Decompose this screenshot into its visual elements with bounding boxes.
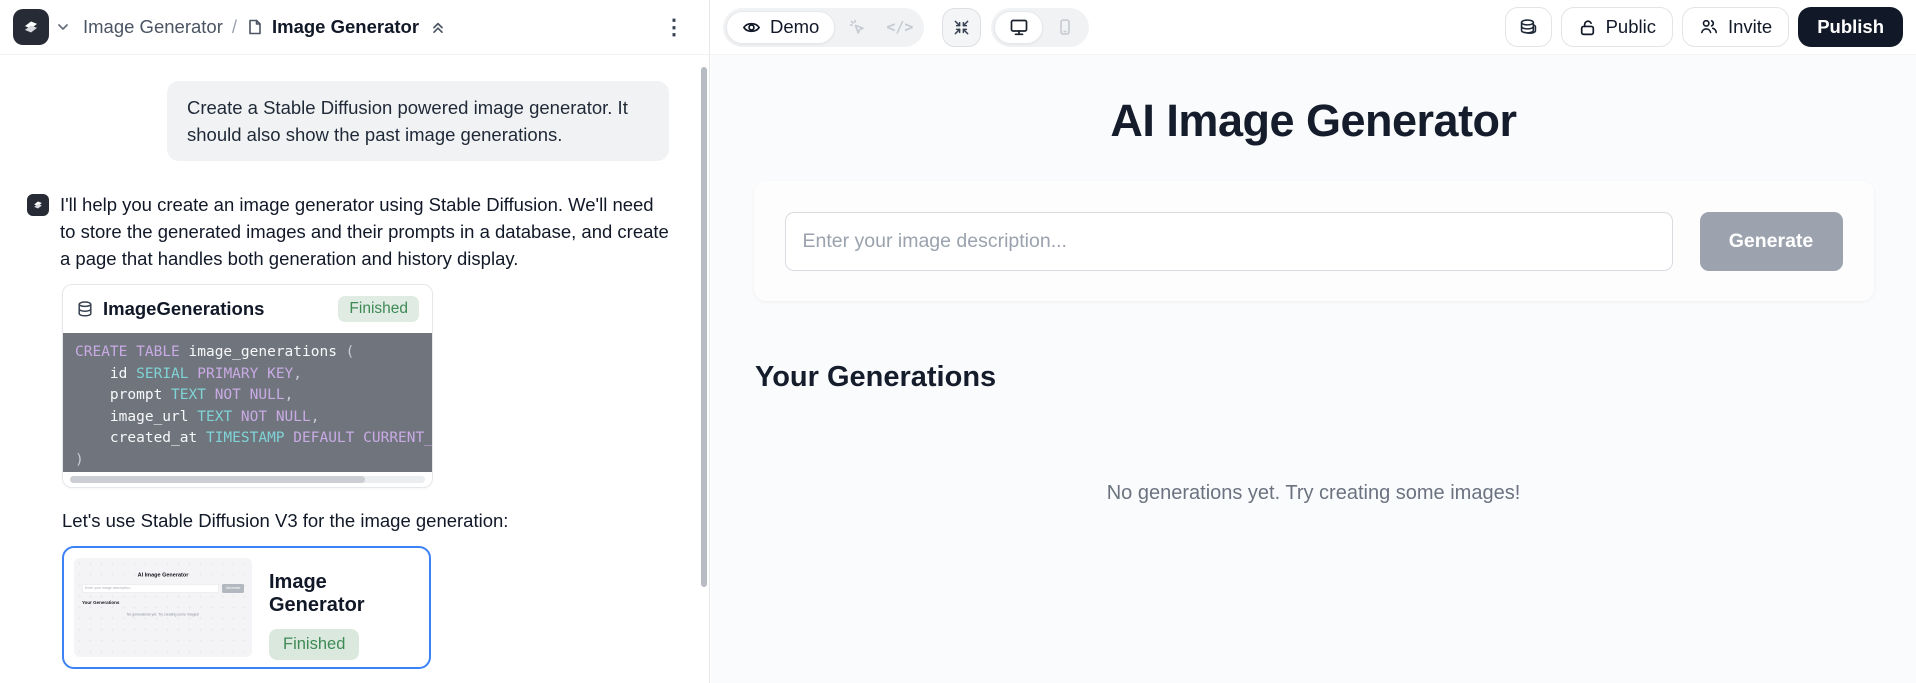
chat-scrollbar-thumb[interactable] (701, 67, 707, 587)
phone-icon (1056, 18, 1074, 36)
breadcrumb-current[interactable]: Image Generator (272, 16, 419, 38)
public-button-label: Public (1606, 16, 1656, 38)
code-scrollbar-track (70, 476, 425, 483)
collapse-preview-button[interactable] (942, 8, 981, 47)
interact-tab[interactable] (835, 17, 878, 37)
empty-state-message: No generations yet. Try creating some im… (711, 482, 1916, 505)
chat-panel: Create a Stable Diffusion powered image … (0, 55, 710, 683)
coins-icon (1518, 17, 1539, 38)
table-card[interactable]: ImageGenerations Finished CREATE TABLE i… (62, 284, 433, 488)
monitor-icon (1009, 17, 1029, 37)
code-scrollbar-thumb[interactable] (70, 476, 365, 483)
desktop-view-tab[interactable] (994, 11, 1043, 44)
page-card[interactable]: AI Image Generator Enter your image desc… (62, 546, 431, 669)
thumb-input: Enter your image description... (82, 584, 219, 593)
collapse-chevrons-up-icon[interactable] (430, 19, 446, 35)
sql-code: CREATE TABLE image_generations ( id SERI… (63, 333, 432, 472)
table-card-title: ImageGenerations (103, 298, 264, 320)
thumb-section-title: Your Generations (82, 600, 252, 605)
assistant-message: I'll help you create an image generator … (60, 191, 669, 272)
users-icon (1699, 17, 1719, 37)
logo-glyph (20, 16, 42, 38)
invite-button[interactable]: Invite (1682, 7, 1789, 47)
page-status-badge: Finished (269, 629, 359, 660)
file-icon (246, 18, 264, 36)
thumb-empty-message: No generations yet. Try creating some im… (74, 613, 252, 617)
thumb-title: AI Image Generator (74, 572, 252, 578)
code-icon: </> (886, 18, 913, 36)
page-thumbnail-content: AI Image Generator Enter your image desc… (74, 572, 252, 657)
generator-card: Generate (754, 181, 1874, 301)
breadcrumb-parent[interactable]: Image Generator (83, 16, 223, 38)
breadcrumb-separator: / (232, 16, 237, 38)
preview-page-title: AI Image Generator (711, 95, 1916, 147)
credits-button[interactable] (1505, 7, 1552, 47)
publish-button-label: Publish (1817, 16, 1884, 38)
code-scrollbar (63, 472, 432, 487)
publish-button[interactable]: Publish (1798, 7, 1903, 47)
mobile-view-tab[interactable] (1043, 18, 1086, 36)
top-bar: Image Generator / Image Generator ⋮ Demo… (0, 0, 1916, 55)
public-button[interactable]: Public (1561, 7, 1673, 47)
status-badge: Finished (338, 296, 419, 322)
device-segmented-control (991, 8, 1089, 47)
table-card-header: ImageGenerations Finished (63, 285, 432, 333)
top-right-actions: Public Invite Publish (1505, 7, 1903, 47)
chat-thread: Create a Stable Diffusion powered image … (0, 55, 709, 683)
assistant-avatar (27, 194, 49, 216)
mode-segmented-control: Demo </> (723, 8, 924, 47)
invite-button-label: Invite (1728, 16, 1772, 38)
page-card-info: Image Generator Finished (252, 558, 419, 657)
chevron-down-icon[interactable] (55, 19, 71, 35)
app-preview-panel: AI Image Generator Generate Your Generat… (711, 55, 1916, 683)
assistant-message-row: I'll help you create an image generator … (27, 191, 669, 272)
database-icon (76, 300, 94, 318)
generate-button[interactable]: Generate (1700, 212, 1843, 271)
app-logo[interactable] (13, 9, 49, 45)
generations-section-title: Your Generations (755, 361, 1916, 394)
lock-open-icon (1578, 18, 1597, 37)
cursor-click-icon (847, 17, 867, 37)
page-thumbnail: AI Image Generator Enter your image desc… (74, 558, 252, 657)
user-message: Create a Stable Diffusion powered image … (167, 81, 669, 161)
demo-tab[interactable]: Demo (726, 11, 835, 44)
contract-arrows-icon (953, 19, 970, 36)
page-card-title: Image Generator (269, 571, 419, 617)
more-options-kebab-icon[interactable]: ⋮ (661, 10, 687, 44)
top-bar-right: Demo </> (710, 0, 1916, 54)
demo-tab-label: Demo (770, 16, 819, 38)
thumb-input-row: Enter your image description... Generate (82, 584, 244, 593)
eye-icon (742, 18, 761, 37)
image-description-input[interactable] (785, 212, 1673, 271)
thumb-generate-button: Generate (222, 584, 244, 593)
avatar-logo-glyph (31, 198, 45, 212)
assistant-followup-message: Let's use Stable Diffusion V3 for the im… (62, 510, 669, 532)
code-tab[interactable]: </> (878, 18, 921, 36)
top-bar-left: Image Generator / Image Generator ⋮ (0, 0, 710, 54)
